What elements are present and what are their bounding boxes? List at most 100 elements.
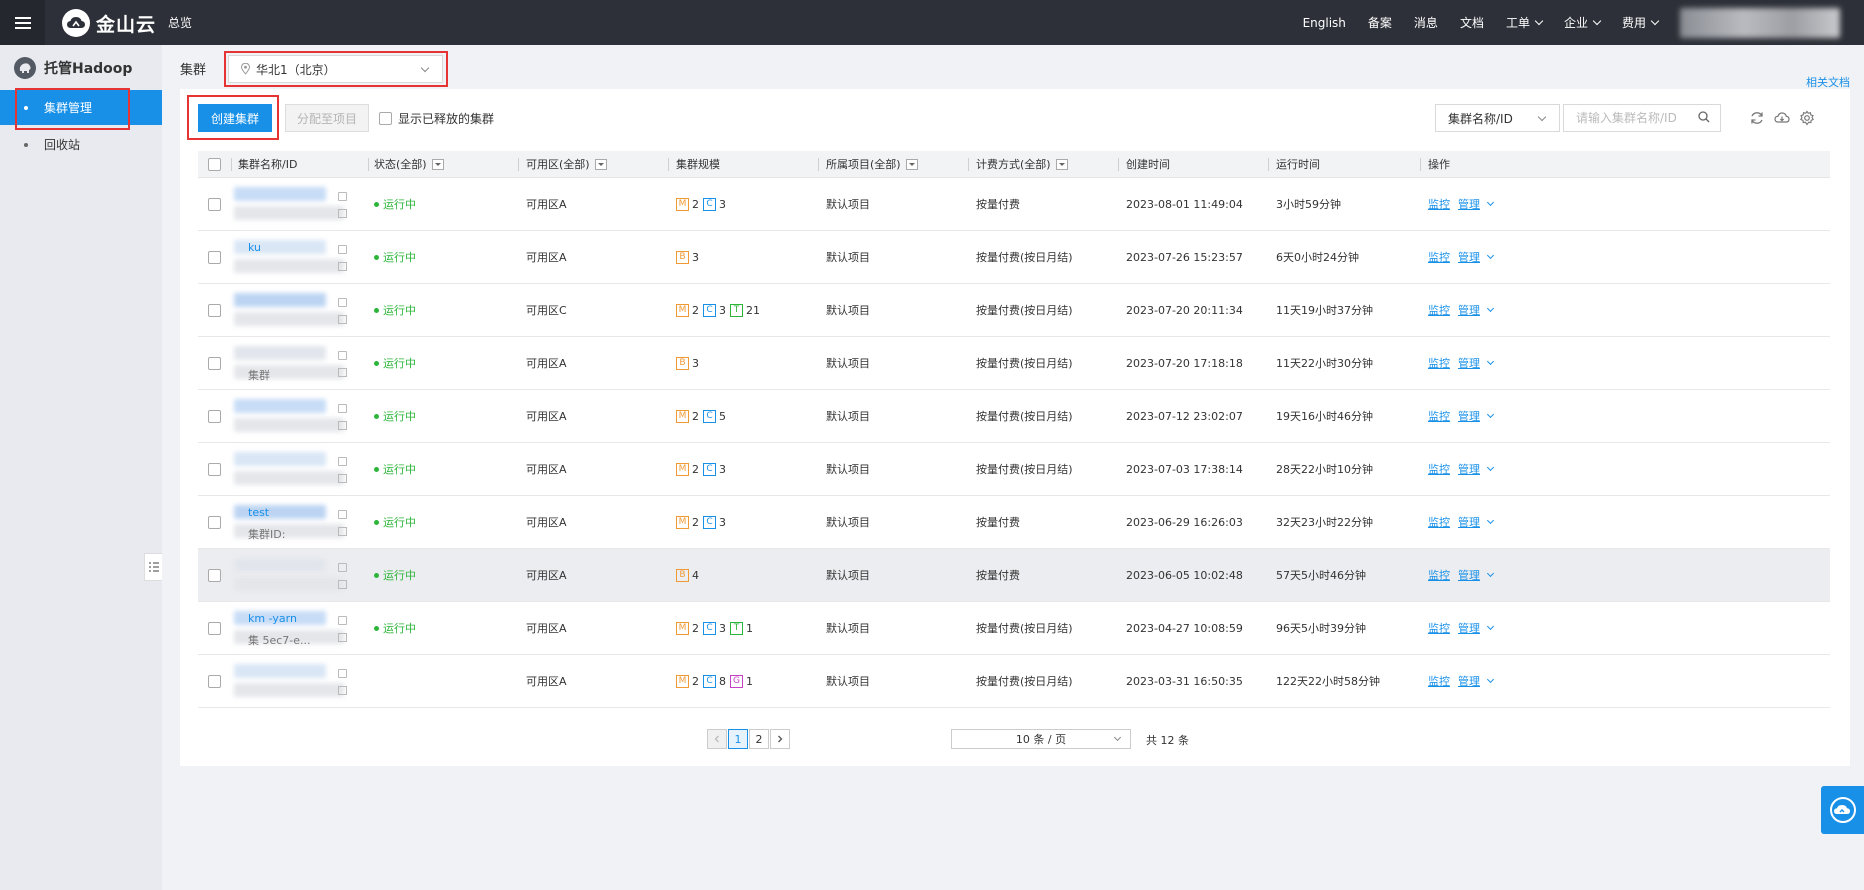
edit-icon[interactable] <box>338 616 347 625</box>
edit-icon[interactable] <box>338 298 347 307</box>
edit-icon[interactable] <box>338 245 347 254</box>
copy-icon[interactable] <box>338 527 347 536</box>
copy-icon[interactable] <box>338 474 347 483</box>
refresh-icon[interactable] <box>1749 110 1765 126</box>
monitor-link[interactable]: 监控 <box>1428 302 1450 318</box>
top-nav-item[interactable]: 文档 <box>1460 14 1484 31</box>
sidebar-item-recycle-bin[interactable]: 回收站 <box>0 127 162 162</box>
row-checkbox[interactable] <box>208 515 221 529</box>
copy-icon[interactable] <box>338 421 347 430</box>
row-checkbox[interactable] <box>208 621 221 635</box>
monitor-link[interactable]: 监控 <box>1428 408 1450 424</box>
row-checkbox[interactable] <box>208 197 221 211</box>
search-icon[interactable] <box>1698 111 1710 123</box>
chevron-down-icon[interactable] <box>1486 569 1495 578</box>
select-all-checkbox[interactable] <box>208 157 221 171</box>
next-page-button[interactable] <box>770 729 790 749</box>
monitor-link[interactable]: 监控 <box>1428 514 1450 530</box>
row-checkbox[interactable] <box>208 303 221 317</box>
show-released-toggle[interactable]: 显示已释放的集群 <box>379 110 494 127</box>
monitor-link[interactable]: 监控 <box>1428 673 1450 689</box>
copy-icon[interactable] <box>338 209 347 218</box>
page-size-select[interactable]: 10 条 / 页 <box>951 729 1131 749</box>
logo[interactable]: 金山云 <box>62 9 156 37</box>
edit-icon[interactable] <box>338 669 347 678</box>
manage-link[interactable]: 管理 <box>1458 620 1480 636</box>
show-released-checkbox[interactable] <box>379 112 392 125</box>
create-cluster-button[interactable]: 创建集群 <box>198 104 272 132</box>
monitor-link[interactable]: 监控 <box>1428 196 1450 212</box>
top-nav-item[interactable]: 工单 <box>1506 14 1544 31</box>
related-docs-link[interactable]: 相关文档 <box>1806 74 1850 90</box>
filter-icon[interactable] <box>905 158 918 170</box>
region-select[interactable]: 华北1（北京） <box>228 55 443 83</box>
chevron-down-icon[interactable] <box>1486 516 1495 525</box>
table-row[interactable]: 运行中 可用区A B 4 默认项目 按量付费 2023-06-05 10:02:48 57天5… <box>198 549 1830 602</box>
table-row[interactable]: 集群 运行中 可用区A B 3 默认项目 按量付费(按日月结) 2023-07-20 17:1… <box>198 337 1830 390</box>
monitor-link[interactable]: 监控 <box>1428 249 1450 265</box>
chevron-down-icon[interactable] <box>1486 622 1495 631</box>
manage-link[interactable]: 管理 <box>1458 567 1480 583</box>
chevron-down-icon[interactable] <box>1486 410 1495 419</box>
table-row[interactable]: 运行中 可用区A M 2 C 3 默认项目 按量付费 2023-08-01 11:49:04 3小… <box>198 178 1830 231</box>
table-row[interactable]: km -yarn 集 5ec7-e... 运行中 可用区A M 2 C 3 T 1 默认项目 按量付费… <box>198 602 1830 655</box>
header-billing[interactable]: 计费方式(全部) <box>976 151 1068 177</box>
search-type-select[interactable]: 集群名称/ID <box>1435 104 1560 132</box>
cluster-name-link[interactable]: km -yarn <box>248 612 297 625</box>
chevron-down-icon[interactable] <box>1486 357 1495 366</box>
manage-link[interactable]: 管理 <box>1458 514 1480 530</box>
prev-page-button[interactable] <box>707 729 727 749</box>
copy-icon[interactable] <box>338 315 347 324</box>
chevron-down-icon[interactable] <box>1486 304 1495 313</box>
top-nav-item[interactable]: English <box>1303 16 1346 30</box>
cluster-name-link[interactable]: ku <box>248 241 261 254</box>
edit-icon[interactable] <box>338 404 347 413</box>
row-checkbox[interactable] <box>208 674 221 688</box>
row-checkbox[interactable] <box>208 568 221 582</box>
top-nav-item[interactable]: 企业 <box>1564 14 1602 31</box>
manage-link[interactable]: 管理 <box>1458 249 1480 265</box>
table-row[interactable]: ku 运行中 可用区A B 3 默认项目 按量付费(按日月结) 2023-07-26 15:2… <box>198 231 1830 284</box>
edit-icon[interactable] <box>338 457 347 466</box>
row-checkbox[interactable] <box>208 462 221 476</box>
monitor-link[interactable]: 监控 <box>1428 461 1450 477</box>
copy-icon[interactable] <box>338 368 347 377</box>
monitor-link[interactable]: 监控 <box>1428 620 1450 636</box>
row-checkbox[interactable] <box>208 356 221 370</box>
sidebar-item-cluster-management[interactable]: 集群管理 <box>0 90 162 125</box>
sidebar-collapse-handle[interactable] <box>144 553 162 581</box>
cloud-download-icon[interactable] <box>1774 110 1790 126</box>
table-row[interactable]: 运行中 可用区A M 2 C 5 默认项目 按量付费(按日月结) 2023-07-12 23:0… <box>198 390 1830 443</box>
manage-link[interactable]: 管理 <box>1458 355 1480 371</box>
header-project[interactable]: 所属项目(全部) <box>826 151 918 177</box>
chevron-down-icon[interactable] <box>1486 198 1495 207</box>
nav-overview[interactable]: 总览 <box>168 14 192 31</box>
edit-icon[interactable] <box>338 192 347 201</box>
manage-link[interactable]: 管理 <box>1458 196 1480 212</box>
copy-icon[interactable] <box>338 633 347 642</box>
gear-icon[interactable] <box>1799 110 1815 126</box>
manage-link[interactable]: 管理 <box>1458 461 1480 477</box>
top-nav-item[interactable]: 消息 <box>1414 14 1438 31</box>
header-status[interactable]: 状态(全部) <box>374 151 444 177</box>
row-checkbox[interactable] <box>208 250 221 264</box>
edit-icon[interactable] <box>338 351 347 360</box>
chevron-down-icon[interactable] <box>1486 251 1495 260</box>
top-nav-item[interactable]: 备案 <box>1368 14 1392 31</box>
filter-icon[interactable] <box>594 158 607 170</box>
assign-project-button[interactable]: 分配至项目 <box>285 104 369 132</box>
float-help-button[interactable] <box>1821 786 1864 834</box>
manage-link[interactable]: 管理 <box>1458 302 1480 318</box>
copy-icon[interactable] <box>338 580 347 589</box>
user-account-menu[interactable] <box>1680 7 1840 38</box>
table-row[interactable]: 运行中 可用区C M 2 C 3 T 21 默认项目 按量付费(按日月结) 2023-07-20 2… <box>198 284 1830 337</box>
table-row[interactable]: test 集群ID: 运行中 可用区A M 2 C 3 默认项目 按量付费 2023-06-29 1… <box>198 496 1830 549</box>
table-row[interactable]: 运行中 可用区A M 2 C 3 默认项目 按量付费(按日月结) 2023-07-03 17:3… <box>198 443 1830 496</box>
top-nav-item[interactable]: 费用 <box>1622 14 1660 31</box>
copy-icon[interactable] <box>338 686 347 695</box>
header-zone[interactable]: 可用区(全部) <box>526 151 607 177</box>
cluster-name-link[interactable]: test <box>248 506 269 519</box>
page-2-button[interactable]: 2 <box>749 729 769 749</box>
filter-icon[interactable] <box>431 158 444 170</box>
manage-link[interactable]: 管理 <box>1458 408 1480 424</box>
